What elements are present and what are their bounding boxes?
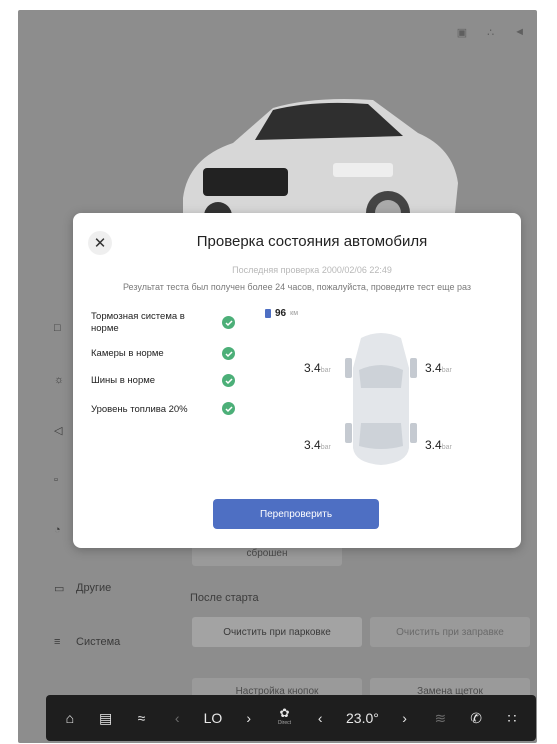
tire-unit: bar xyxy=(441,367,452,374)
tire-unit: bar xyxy=(320,444,331,451)
modal-title: Проверка состояния автомобиля xyxy=(196,233,428,250)
check-ok-icon xyxy=(222,347,235,360)
tire-front-right: 3.4bar xyxy=(425,361,452,375)
lock-icon[interactable]: ▣ xyxy=(457,26,467,39)
sidebar-item-seat[interactable]: ▫ xyxy=(54,474,68,486)
ac-level[interactable]: LO xyxy=(203,710,223,726)
seat-icon: ▫ xyxy=(54,474,58,486)
apps-icon[interactable]: ∷ xyxy=(502,710,522,727)
sidebar-item-light[interactable]: ☼ xyxy=(54,374,68,386)
taskbar: ⌂ ▤ ≈ ‹ LO › ✿ Direct ‹ 23.0° › ≋ ✆ ∷ xyxy=(46,695,536,741)
tire-rear-left: 3.4bar xyxy=(304,438,331,452)
stale-result-note: Результат теста был получен более 24 час… xyxy=(122,282,472,292)
tire-pressure: 3.4 xyxy=(304,361,321,375)
sidebar-item-label: Система xyxy=(76,636,121,648)
phone-icon[interactable]: ✆ xyxy=(466,710,486,727)
volume-icon[interactable]: ◄ xyxy=(514,26,525,39)
fan-label: Direct xyxy=(277,720,291,726)
tire-front-left: 3.4bar xyxy=(304,361,331,375)
sidebar-item-other[interactable]: ▭ Другие xyxy=(54,582,112,595)
check-brake: Тормозная система в норме xyxy=(91,311,185,334)
chevron-right-icon[interactable]: › xyxy=(239,710,259,726)
home-icon[interactable]: ⌂ xyxy=(60,710,80,726)
temperature[interactable]: 23.0° xyxy=(346,710,379,726)
tire-pressure: 3.4 xyxy=(425,438,442,452)
car-outline-icon: ▭ xyxy=(54,583,65,595)
car-icon: □ xyxy=(54,322,61,334)
vehicle-check-modal: ✕ Проверка состояния автомобиля Последня… xyxy=(73,213,521,548)
sidebar-item-gauge[interactable]: ◔ xyxy=(54,524,68,536)
chevron-right-icon[interactable]: › xyxy=(395,710,415,726)
tire-pressure: 3.4 xyxy=(425,361,442,375)
check-ok-icon xyxy=(222,402,235,415)
car-top-view-icon xyxy=(345,333,417,465)
check-cameras: Камеры в норме xyxy=(91,348,164,359)
signal-icon[interactable]: ∴ xyxy=(487,26,494,39)
range-indicator: 96 км xyxy=(265,308,298,319)
tire-unit: bar xyxy=(441,444,452,451)
status-bar: ▣ ∴ ◄ xyxy=(457,26,525,39)
check-tires: Шины в норме xyxy=(91,375,156,386)
after-start-label: После старта xyxy=(190,592,259,604)
clear-refuel-button[interactable]: Очистить при заправке xyxy=(370,617,530,647)
clear-parking-button[interactable]: Очистить при парковке xyxy=(192,617,362,647)
sidebar-item-label: Другие xyxy=(76,582,112,594)
range-unit: км xyxy=(290,310,298,317)
tire-unit: bar xyxy=(320,367,331,374)
check-ok-icon xyxy=(222,374,235,387)
check-ok-icon xyxy=(222,316,235,329)
recheck-button[interactable]: Перепроверить xyxy=(213,499,379,529)
defrost-icon[interactable]: ≈ xyxy=(131,710,151,726)
tire-rear-right: 3.4bar xyxy=(425,438,452,452)
sidebar-item-sound[interactable]: ◁ xyxy=(54,424,68,437)
check-fuel: Уровень топлива 20% xyxy=(91,404,188,415)
chevron-left-icon[interactable]: ‹ xyxy=(167,710,187,726)
sidebar-item-car[interactable]: □ xyxy=(54,322,68,334)
fuel-pump-icon xyxy=(265,309,271,318)
sidebar-item-system[interactable]: ≡ Система xyxy=(54,636,120,648)
gauge-icon: ◔ xyxy=(54,524,61,536)
fan-icon[interactable]: ✿ Direct xyxy=(274,707,294,728)
range-value: 96 xyxy=(275,308,287,319)
tire-pressure: 3.4 xyxy=(304,438,321,452)
light-icon: ☼ xyxy=(54,374,65,386)
sliders-icon: ≡ xyxy=(54,636,61,648)
chevron-left-icon[interactable]: ‹ xyxy=(310,710,330,726)
rear-defrost-icon[interactable]: ≋ xyxy=(430,710,450,727)
last-check-time: Последняя проверка 2000/02/06 22:49 xyxy=(232,265,392,275)
speaker-icon: ◁ xyxy=(54,425,63,437)
car-icon[interactable]: ▤ xyxy=(96,710,116,727)
